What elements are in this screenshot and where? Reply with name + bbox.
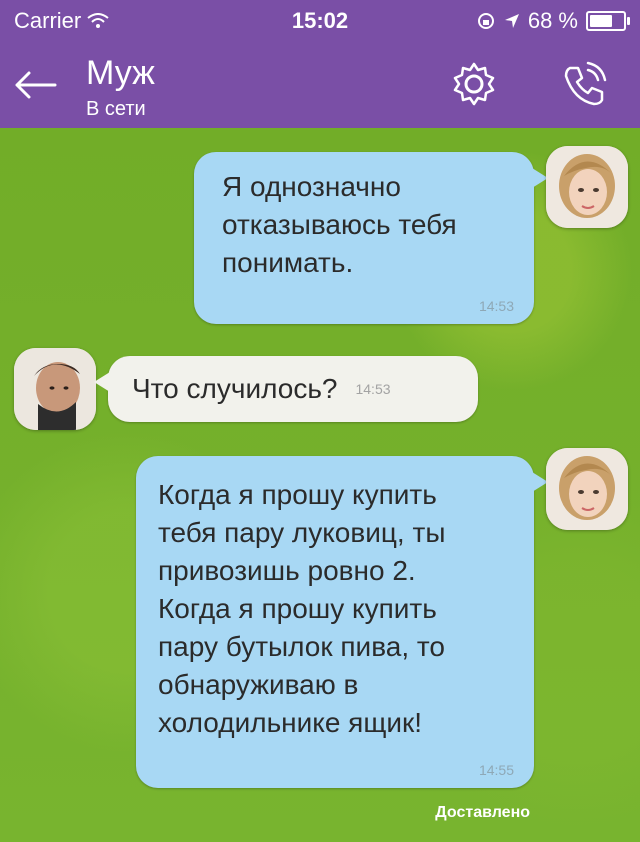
avatar-self[interactable] bbox=[546, 146, 628, 228]
avatar-self[interactable] bbox=[546, 448, 628, 530]
call-button[interactable] bbox=[556, 56, 612, 112]
battery-percent: 68 % bbox=[527, 8, 578, 33]
avatar-contact[interactable] bbox=[14, 348, 96, 430]
avatar-contact-image bbox=[14, 348, 96, 430]
lock-rotation-icon bbox=[477, 13, 494, 29]
message-text: Когда я прошу купить тебя пару луковиц, … bbox=[158, 479, 446, 738]
top-bar: Carrier 15:02 68 % Муж В сети bbox=[0, 0, 640, 128]
chat-area[interactable]: Я однозначно отказываюсь тебя понимать. … bbox=[0, 128, 640, 842]
contact-name[interactable]: Муж bbox=[86, 54, 155, 93]
message-text: Я однозначно отказываюсь тебя понимать. bbox=[222, 171, 457, 278]
location-arrow-icon bbox=[504, 14, 519, 28]
message-time: 14:53 bbox=[355, 381, 391, 397]
back-arrow-icon bbox=[15, 71, 57, 99]
phone-call-icon bbox=[564, 61, 607, 106]
message-bubble-outgoing[interactable]: Когда я прошу купить тебя пару луковиц, … bbox=[136, 456, 548, 788]
message-bubble-outgoing[interactable]: Я однозначно отказываюсь тебя понимать. … bbox=[194, 152, 548, 324]
settings-button[interactable] bbox=[446, 56, 502, 112]
contact-status: В сети bbox=[86, 98, 146, 120]
chat-header: Муж В сети bbox=[0, 42, 640, 128]
message-bubble-incoming[interactable]: Что случилось? 14:53 bbox=[94, 356, 478, 422]
gear-icon bbox=[453, 62, 495, 106]
battery-fill bbox=[590, 15, 612, 27]
status-bar: Carrier 15:02 68 % bbox=[0, 0, 640, 42]
battery-icon bbox=[586, 11, 630, 31]
message-text: Что случилось? bbox=[132, 373, 338, 404]
avatar-self-image bbox=[546, 448, 628, 530]
message-time: 14:53 bbox=[478, 298, 514, 314]
back-button[interactable] bbox=[10, 60, 60, 110]
status-right-group: 68 % bbox=[476, 8, 630, 34]
avatar-self-image bbox=[546, 146, 628, 228]
message-time: 14:55 bbox=[478, 762, 514, 778]
delivered-status: Доставлено bbox=[435, 804, 530, 821]
